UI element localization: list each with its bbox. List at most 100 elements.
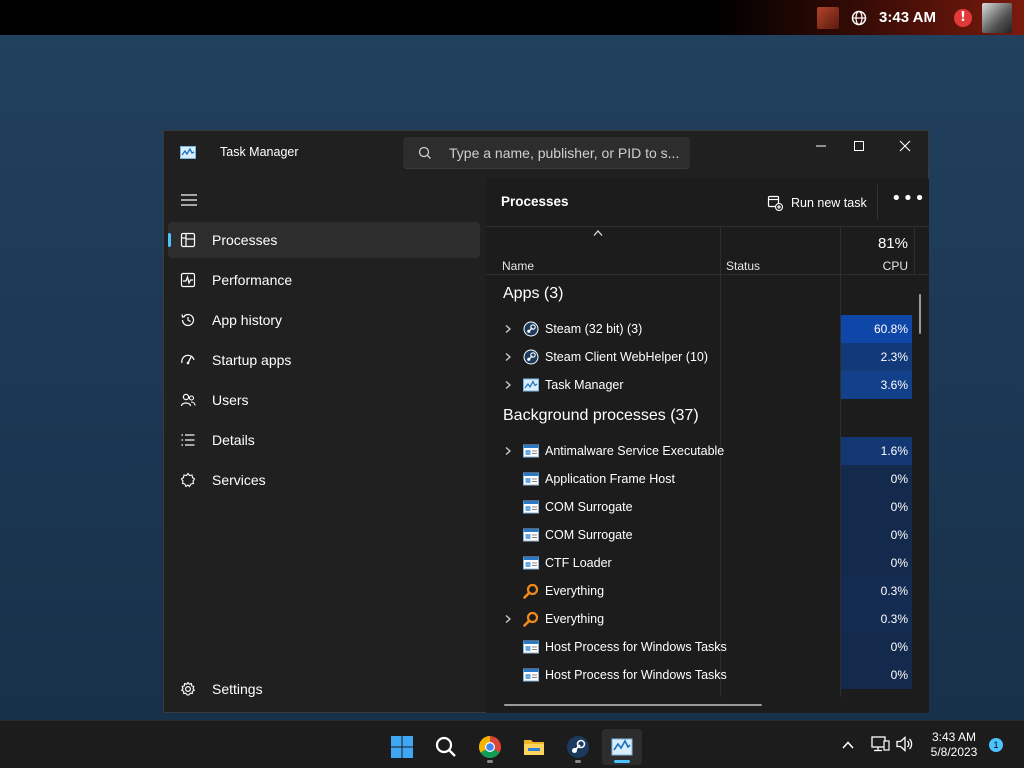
- search-box[interactable]: [403, 137, 690, 169]
- alert-icon[interactable]: !: [954, 8, 972, 27]
- processes-icon: [180, 232, 196, 248]
- details-icon: [181, 434, 195, 446]
- taskbar-chrome-button[interactable]: [470, 729, 510, 765]
- process-cpu: 2.3%: [841, 343, 912, 371]
- process-cpu: 1.6%: [841, 437, 912, 465]
- column-status-header[interactable]: Status: [726, 259, 760, 273]
- process-row[interactable]: COM Surrogate 0%: [486, 493, 914, 521]
- network-icon[interactable]: [870, 735, 890, 753]
- process-row[interactable]: COM Surrogate 0%: [486, 521, 914, 549]
- sidebar-item-startup-apps[interactable]: Startup apps: [168, 342, 480, 378]
- chevron-up-icon[interactable]: [841, 738, 855, 752]
- sidebar-item-performance[interactable]: Performance: [168, 262, 480, 298]
- sidebar-item-services[interactable]: Services: [168, 462, 480, 498]
- process-cpu: 0%: [841, 465, 912, 493]
- globe-icon[interactable]: [851, 10, 867, 26]
- close-button[interactable]: [882, 131, 928, 161]
- hamburger-menu-icon[interactable]: [180, 193, 198, 207]
- taskbar-file-explorer-button[interactable]: [514, 729, 554, 765]
- sidebar-item-processes[interactable]: Processes: [168, 222, 480, 258]
- steam-icon: [567, 736, 589, 758]
- services-icon: [180, 472, 196, 488]
- processes-panel: Processes Run new task ••• Name Status 8…: [486, 179, 929, 713]
- sidebar-item-details[interactable]: Details: [168, 422, 480, 458]
- system-clock[interactable]: 3:43 AM 5/8/2023: [924, 730, 984, 760]
- everything-search-icon: [523, 611, 539, 627]
- column-cpu-header[interactable]: CPU: [842, 259, 908, 273]
- avatar[interactable]: [982, 2, 1012, 33]
- running-indicator: [575, 760, 581, 763]
- windows-start-button[interactable]: [382, 729, 422, 765]
- task-manager-icon: [523, 377, 539, 393]
- process-row[interactable]: Host Process for Windows Tasks 0%: [486, 633, 914, 661]
- sidebar-item-app-history[interactable]: App history: [168, 302, 480, 338]
- process-row[interactable]: Everything 0.3%: [486, 605, 914, 633]
- chevron-right-icon[interactable]: [504, 324, 512, 334]
- sidebar-item-users[interactable]: Users: [168, 382, 480, 418]
- more-options-icon[interactable]: •••: [891, 190, 925, 212]
- process-row[interactable]: Host Process for Windows Tasks 0%: [486, 661, 914, 689]
- process-name: Application Frame Host: [545, 472, 675, 486]
- steam-icon: [523, 321, 539, 337]
- process-row[interactable]: Steam (32 bit) (3) 60.8%: [486, 315, 914, 343]
- group-header: Apps (3): [503, 285, 564, 302]
- app-history-icon: [181, 313, 195, 327]
- chevron-right-icon[interactable]: [504, 380, 512, 390]
- performance-icon: [180, 272, 196, 288]
- taskbar: 3:43 AM 5/8/2023 1: [0, 720, 1024, 768]
- gear-icon: [180, 681, 196, 696]
- run-new-task-icon: [767, 195, 783, 211]
- column-divider[interactable]: [914, 227, 915, 275]
- sidebar-item-label: Users: [212, 392, 249, 408]
- active-indicator: [168, 233, 171, 247]
- process-row[interactable]: Antimalware Service Executable 1.6%: [486, 437, 914, 465]
- process-row[interactable]: CTF Loader 0%: [486, 549, 914, 577]
- process-row[interactable]: Task Manager 3.6%: [486, 371, 914, 399]
- steam-icon: [523, 349, 539, 365]
- chevron-right-icon[interactable]: [504, 614, 512, 624]
- taskbar-search-button[interactable]: [426, 729, 466, 765]
- settings-label: Settings: [212, 681, 263, 697]
- search-input[interactable]: [449, 137, 685, 169]
- group-header: Background processes (37): [503, 407, 699, 424]
- vertical-scrollbar[interactable]: [919, 294, 921, 334]
- title-bar[interactable]: Task Manager: [164, 131, 928, 175]
- notification-badge[interactable]: 1: [989, 738, 1003, 752]
- process-name: COM Surrogate: [545, 528, 633, 542]
- window-title: Task Manager: [220, 145, 299, 159]
- process-row[interactable]: Steam Client WebHelper (10) 2.3%: [486, 343, 914, 371]
- sidebar-item-label: Details: [212, 432, 255, 448]
- header-separator: [877, 185, 878, 219]
- chevron-right-icon[interactable]: [504, 446, 512, 456]
- page-title: Processes: [501, 194, 569, 209]
- clock-date: 5/8/2023: [930, 745, 978, 759]
- search-icon: [418, 146, 431, 159]
- process-row[interactable]: Everything 0.3%: [486, 577, 914, 605]
- column-name-header[interactable]: Name: [502, 259, 534, 273]
- chevron-right-icon[interactable]: [504, 352, 512, 362]
- taskbar-steam-button[interactable]: [558, 729, 598, 765]
- sidebar-item-label: Performance: [212, 272, 293, 288]
- run-new-task-button[interactable]: Run new task: [767, 192, 867, 214]
- horizontal-scrollbar[interactable]: [504, 704, 762, 706]
- window-app-icon: [523, 639, 539, 655]
- taskbar-task-manager-button[interactable]: [602, 729, 642, 765]
- maximize-button[interactable]: [836, 131, 882, 161]
- sidebar-item-settings[interactable]: Settings: [168, 671, 480, 707]
- cpu-total-percent[interactable]: 81%: [842, 235, 908, 252]
- volume-icon[interactable]: [895, 735, 915, 753]
- running-indicator: [487, 760, 493, 763]
- process-name: Antimalware Service Executable: [545, 444, 725, 458]
- top-bar-clock: 3:43 AM: [879, 9, 936, 26]
- process-cpu: 0%: [841, 493, 912, 521]
- sort-ascending-icon[interactable]: [592, 229, 604, 237]
- process-name: Steam Client WebHelper (10): [545, 350, 709, 364]
- game-thumbnail-icon[interactable]: [817, 6, 840, 29]
- process-name: Steam (32 bit) (3): [545, 322, 643, 336]
- window-app-icon: [523, 527, 539, 543]
- process-cpu: 0.3%: [841, 577, 912, 605]
- process-cpu: 0%: [841, 549, 912, 577]
- process-name: Host Process for Windows Tasks: [545, 668, 727, 682]
- process-row[interactable]: Application Frame Host 0%: [486, 465, 914, 493]
- windows-start-icon: [391, 736, 413, 758]
